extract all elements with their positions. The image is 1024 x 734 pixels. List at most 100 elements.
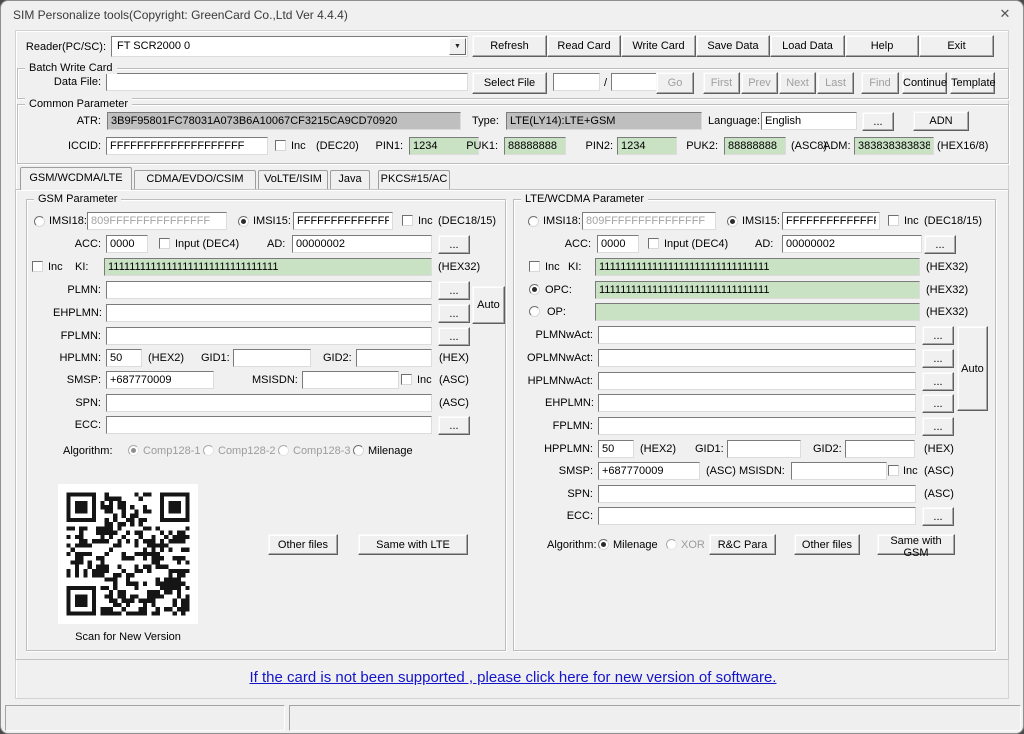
tab-pkcs15-ac[interactable]: PKCS#15/AC <box>378 170 450 189</box>
gsm-alg-comp128-2-radio[interactable] <box>203 445 214 456</box>
last-button[interactable]: Last <box>817 72 854 94</box>
prev-button[interactable]: Prev <box>741 72 778 94</box>
iccid-inc-checkbox[interactable] <box>275 140 286 151</box>
data-file-input[interactable] <box>106 73 468 91</box>
close-icon[interactable]: ✕ <box>993 6 1017 26</box>
lte-oplmnwact-browse-button[interactable]: ... <box>922 349 954 368</box>
gsm-hplmn-input[interactable] <box>106 349 142 367</box>
gsm-msisdn-inc-checkbox[interactable] <box>401 374 412 385</box>
lte-ehplmn-input[interactable] <box>598 394 916 412</box>
tab-volte-isim[interactable]: VoLTE/ISIM <box>258 170 328 189</box>
select-file-button[interactable]: Select File <box>472 72 547 94</box>
record-index-input[interactable] <box>553 73 600 91</box>
gsm-acc-input-checkbox[interactable] <box>159 238 170 249</box>
gsm-imsi18-radio[interactable] <box>34 216 45 227</box>
read-card-button[interactable]: Read Card <box>547 35 621 57</box>
puk2-input[interactable] <box>724 137 786 155</box>
lte-op-radio[interactable] <box>529 306 540 317</box>
lte-imsi18-radio[interactable] <box>528 216 539 227</box>
lte-ki-input[interactable] <box>595 258 920 276</box>
language-field[interactable] <box>761 112 857 130</box>
gsm-ad-browse-button[interactable]: ... <box>438 235 470 254</box>
lte-fplmn-browse-button[interactable]: ... <box>922 417 954 436</box>
lte-acc-input-checkbox[interactable] <box>648 238 659 249</box>
save-data-button[interactable]: Save Data <box>696 35 770 57</box>
lte-msisdn-inc-checkbox[interactable] <box>888 465 899 476</box>
gsm-ki-input[interactable] <box>104 258 432 276</box>
gsm-spn-input[interactable] <box>106 394 432 412</box>
lte-acc-input[interactable] <box>597 235 639 253</box>
gsm-other-files-button[interactable]: Other files <box>268 534 338 555</box>
find-button[interactable]: Find <box>861 72 899 94</box>
first-button[interactable]: First <box>703 72 740 94</box>
gsm-gid1-input[interactable] <box>233 349 311 367</box>
reader-combobox[interactable]: FT SCR2000 0 ▼ <box>111 36 468 57</box>
gsm-smsp-input[interactable] <box>106 371 214 389</box>
iccid-input[interactable] <box>106 137 268 155</box>
tab-cdma-evdo-csim[interactable]: CDMA/EVDO/CSIM <box>134 170 256 189</box>
tab-java[interactable]: Java <box>330 170 370 189</box>
gsm-ecc-input[interactable] <box>106 416 432 434</box>
gsm-gid2-input[interactable] <box>356 349 432 367</box>
gsm-ecc-browse-button[interactable]: ... <box>438 416 470 435</box>
lte-smsp-input[interactable] <box>598 462 700 480</box>
lte-ecc-input[interactable] <box>598 507 916 525</box>
lte-auto-button[interactable]: Auto <box>957 326 988 411</box>
gsm-imsi15-input[interactable] <box>293 212 393 230</box>
lte-alg-xor-radio[interactable] <box>666 539 677 550</box>
gsm-ad-input[interactable] <box>292 235 432 253</box>
gsm-plmn-browse-button[interactable]: ... <box>438 281 470 300</box>
language-browse-button[interactable]: ... <box>862 112 894 131</box>
next-button[interactable]: Next <box>779 72 816 94</box>
gsm-same-with-lte-button[interactable]: Same with LTE <box>358 534 468 555</box>
gsm-alg-comp128-3-radio[interactable] <box>278 445 289 456</box>
pin2-input[interactable] <box>617 137 677 155</box>
lte-ehplmn-browse-button[interactable]: ... <box>922 394 954 413</box>
gsm-imsi15-radio[interactable] <box>238 216 249 227</box>
refresh-button[interactable]: Refresh <box>472 35 547 57</box>
exit-button[interactable]: Exit <box>919 35 994 57</box>
lte-ad-input[interactable] <box>782 235 922 253</box>
lte-plmnwact-browse-button[interactable]: ... <box>922 326 954 345</box>
adn-button[interactable]: ADN <box>913 111 969 131</box>
adm-input[interactable] <box>854 137 934 155</box>
footer-link[interactable]: If the card is not been supported , plea… <box>1 669 1024 686</box>
lte-ad-browse-button[interactable]: ... <box>924 235 956 254</box>
gsm-ehplmn-input[interactable] <box>106 304 432 322</box>
gsm-imsi-inc-checkbox[interactable] <box>402 215 413 226</box>
lte-rc-para-button[interactable]: R&C Para <box>709 534 776 555</box>
lte-imsi15-radio[interactable] <box>727 216 738 227</box>
gsm-ki-inc-checkbox[interactable] <box>32 261 43 272</box>
lte-gid2-input[interactable] <box>845 440 915 458</box>
lte-imsi-inc-checkbox[interactable] <box>888 215 899 226</box>
record-total-input[interactable] <box>611 73 658 91</box>
gsm-plmn-input[interactable] <box>106 281 432 299</box>
lte-plmnwact-input[interactable] <box>598 326 916 344</box>
lte-imsi15-input[interactable] <box>782 212 880 230</box>
lte-ecc-browse-button[interactable]: ... <box>922 507 954 526</box>
lte-same-with-gsm-button[interactable]: Same with GSM <box>877 534 955 555</box>
template-button[interactable]: Template <box>950 72 995 94</box>
tab-gsm-wcdma-lte[interactable]: GSM/WCDMA/LTE <box>20 167 132 190</box>
gsm-fplmn-browse-button[interactable]: ... <box>438 327 470 346</box>
lte-other-files-button[interactable]: Other files <box>794 534 860 555</box>
gsm-msisdn-input[interactable] <box>302 371 399 389</box>
continue-button[interactable]: Continue <box>902 72 947 94</box>
lte-oplmnwact-input[interactable] <box>598 349 916 367</box>
puk1-input[interactable] <box>504 137 566 155</box>
gsm-fplmn-input[interactable] <box>106 327 432 345</box>
gsm-acc-input[interactable] <box>106 235 148 253</box>
gsm-ehplmn-browse-button[interactable]: ... <box>438 304 470 323</box>
lte-hpplmn-input[interactable] <box>598 440 634 458</box>
load-data-button[interactable]: Load Data <box>770 35 845 57</box>
lte-op-input[interactable] <box>595 303 920 321</box>
go-button[interactable]: Go <box>656 72 694 94</box>
lte-ki-inc-checkbox[interactable] <box>529 261 540 272</box>
lte-spn-input[interactable] <box>598 485 916 503</box>
lte-hplmnwact-input[interactable] <box>598 372 916 390</box>
lte-alg-milenage-radio[interactable] <box>598 539 609 550</box>
lte-fplmn-input[interactable] <box>598 417 916 435</box>
help-button[interactable]: Help <box>845 35 919 57</box>
lte-gid1-input[interactable] <box>727 440 801 458</box>
lte-opc-input[interactable] <box>595 281 920 299</box>
